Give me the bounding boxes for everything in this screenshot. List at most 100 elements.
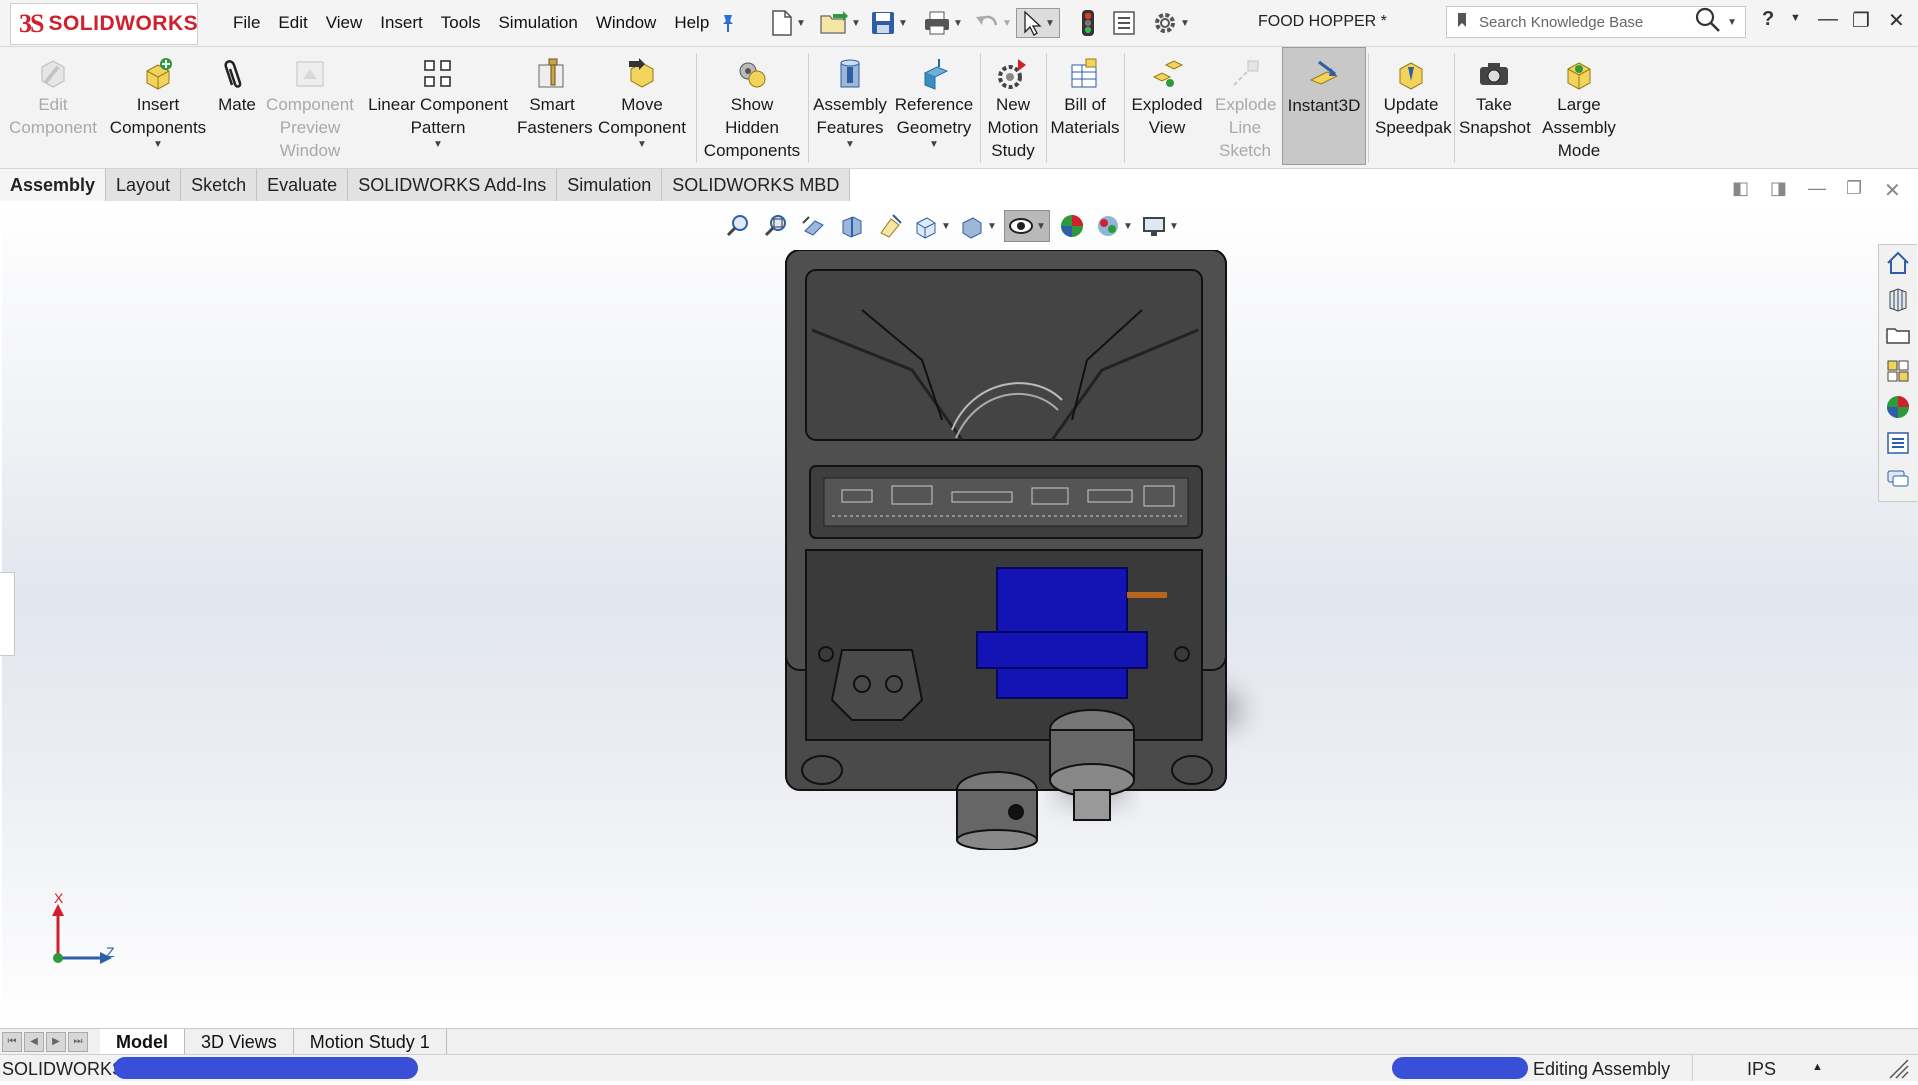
food-hopper-model[interactable] [772, 250, 1272, 850]
search-dropdown-icon[interactable]: ▼ [1727, 17, 1737, 28]
mate-button[interactable]: Mate [212, 47, 262, 165]
select-cursor-icon[interactable]: ▼ [1016, 8, 1060, 38]
home-icon[interactable] [1879, 245, 1917, 281]
menu-edit[interactable]: Edit [269, 13, 316, 33]
view-settings-icon[interactable]: ▼ [1140, 210, 1180, 242]
units-selector[interactable]: IPS [1747, 1059, 1776, 1080]
menu-tools[interactable]: Tools [432, 13, 490, 33]
minimize-window-icon[interactable]: — [1818, 8, 1838, 31]
design-library-icon[interactable] [1879, 281, 1917, 317]
move-component-button[interactable]: Move Component ▼ [592, 47, 692, 165]
save-icon[interactable]: ▼ [866, 8, 912, 38]
dynamic-annotation-icon[interactable] [874, 210, 906, 242]
show-hidden-components-button[interactable]: Show Hidden Components [698, 47, 806, 165]
insert-components-dropdown-icon[interactable]: ▼ [153, 139, 163, 151]
restore-window-icon[interactable]: ❐ [1852, 8, 1870, 33]
search-box[interactable]: Search Knowledge Base ▼ [1446, 6, 1746, 38]
custom-properties-icon[interactable] [1879, 425, 1917, 461]
tab-evaluate[interactable]: Evaluate [257, 169, 349, 201]
viewport-minimize-icon[interactable]: — [1808, 178, 1826, 199]
help-dropdown-icon[interactable]: ▼ [1790, 12, 1801, 24]
new-document-icon[interactable]: ▼ [766, 8, 810, 38]
help-icon[interactable]: ? [1762, 8, 1774, 31]
menu-insert[interactable]: Insert [371, 13, 432, 33]
view-orientation-icon[interactable]: ▼ [912, 210, 952, 242]
tile-left-icon[interactable]: ◧ [1732, 178, 1749, 199]
linear-pattern-icon [421, 57, 455, 91]
tab-solidworks-mbd[interactable]: SOLIDWORKS MBD [662, 169, 851, 201]
tile-right-icon[interactable]: ◨ [1770, 178, 1787, 199]
status-mode: Editing Assembly [1533, 1059, 1671, 1079]
tab-motion-study-1[interactable]: Motion Study 1 [294, 1029, 447, 1055]
undo-icon[interactable]: ▼ [970, 8, 1016, 38]
tab-sketch[interactable]: Sketch [181, 169, 258, 201]
options-gear-icon[interactable]: ▼ [1148, 8, 1194, 38]
tab-layout[interactable]: Layout [106, 169, 182, 201]
last-tab-arrow-icon[interactable]: ⏭ [68, 1032, 88, 1052]
section-view-icon[interactable] [836, 210, 868, 242]
explode-line-sketch-button[interactable]: Explode Line Sketch [1210, 47, 1280, 165]
insert-components-button[interactable]: Insert Components ▼ [104, 47, 212, 165]
feature-manager-collapse-handle[interactable] [0, 572, 15, 656]
instant3d-button[interactable]: Instant3D [1282, 47, 1366, 165]
linear-component-pattern-button[interactable]: Linear Component Pattern ▼ [360, 47, 516, 165]
take-snapshot-button[interactable]: Take Snapshot [1456, 47, 1532, 165]
reference-geometry-dropdown-icon[interactable]: ▼ [929, 139, 939, 151]
search-icon[interactable] [1695, 7, 1721, 38]
viewport-restore-icon[interactable]: ❐ [1846, 178, 1862, 199]
menu-window[interactable]: Window [587, 13, 665, 33]
exploded-view-button[interactable]: Exploded View [1126, 47, 1208, 165]
assembly-features-button[interactable]: Assembly Features ▼ [810, 47, 890, 165]
bill-of-materials-button[interactable]: Bill of Materials [1048, 47, 1122, 165]
rebuild-traffic-light-icon[interactable] [1074, 8, 1102, 38]
units-dropdown-icon[interactable]: ▲ [1812, 1061, 1823, 1073]
file-properties-icon[interactable] [1108, 8, 1140, 38]
menu-simulation[interactable]: Simulation [489, 13, 586, 33]
first-tab-arrow-icon[interactable]: ⏮ [2, 1032, 22, 1052]
close-window-icon[interactable]: ✕ [1888, 8, 1905, 33]
new-motion-study-button[interactable]: New Motion Study [982, 47, 1044, 165]
search-input[interactable]: Search Knowledge Base [1479, 14, 1643, 31]
tab-assembly[interactable]: Assembly [0, 169, 107, 201]
mate-paperclip-icon [220, 57, 254, 91]
tab-3d-views[interactable]: 3D Views [185, 1029, 294, 1055]
move-component-dropdown-icon[interactable]: ▼ [637, 139, 647, 151]
smart-fasteners-button[interactable]: Smart Fasteners [516, 47, 593, 165]
tab-model[interactable]: Model [100, 1029, 185, 1055]
solidworks-logo[interactable]: 3S SOLIDWORKS [10, 3, 198, 45]
tab-solidworks-add-ins[interactable]: SOLIDWORKS Add-Ins [348, 169, 558, 201]
previous-view-icon[interactable] [798, 210, 830, 242]
solidworks-wordmark: SOLIDWORKS [48, 12, 199, 35]
graphics-area[interactable]: ▼ ▼ ▼ ▼ ▼ X Z [2, 202, 1918, 1028]
print-icon[interactable]: ▼ [920, 8, 966, 38]
edit-component-button[interactable]: Edit Component [2, 47, 104, 165]
view-palette-icon[interactable] [1879, 353, 1917, 389]
resize-grip-icon[interactable] [1886, 1056, 1912, 1085]
command-separator [1454, 53, 1455, 163]
previous-tab-arrow-icon[interactable]: ◀ [24, 1032, 44, 1052]
appearances-scenes-icon[interactable] [1879, 389, 1917, 425]
display-style-icon[interactable]: ▼ [958, 210, 998, 242]
viewport-close-icon[interactable]: ✕ [1884, 178, 1901, 203]
apply-scene-icon[interactable]: ▼ [1094, 210, 1134, 242]
menu-file[interactable]: File [224, 13, 269, 33]
menu-view[interactable]: View [317, 13, 372, 33]
linear-pattern-dropdown-icon[interactable]: ▼ [433, 139, 443, 151]
reference-geometry-button[interactable]: Reference Geometry ▼ [890, 47, 978, 165]
assembly-features-dropdown-icon[interactable]: ▼ [845, 139, 855, 151]
next-tab-arrow-icon[interactable]: ▶ [46, 1032, 66, 1052]
file-explorer-icon[interactable] [1879, 317, 1917, 353]
large-assembly-mode-button[interactable]: Large Assembly Mode [1534, 47, 1624, 165]
hide-show-items-icon[interactable]: ▼ [1004, 210, 1050, 242]
component-preview-window-button[interactable]: Component Preview Window [262, 47, 358, 165]
explode-line-icon [1228, 57, 1262, 91]
menu-help[interactable]: Help [665, 13, 718, 33]
edit-appearance-icon[interactable] [1056, 210, 1088, 242]
open-document-icon[interactable]: ▼ [816, 8, 864, 38]
pin-icon[interactable] [714, 8, 742, 38]
forum-icon[interactable] [1879, 461, 1917, 497]
zoom-to-fit-icon[interactable] [722, 210, 754, 242]
tab-simulation[interactable]: Simulation [557, 169, 663, 201]
zoom-to-area-icon[interactable] [760, 210, 792, 242]
update-speedpak-button[interactable]: Update Speedpak [1370, 47, 1452, 165]
